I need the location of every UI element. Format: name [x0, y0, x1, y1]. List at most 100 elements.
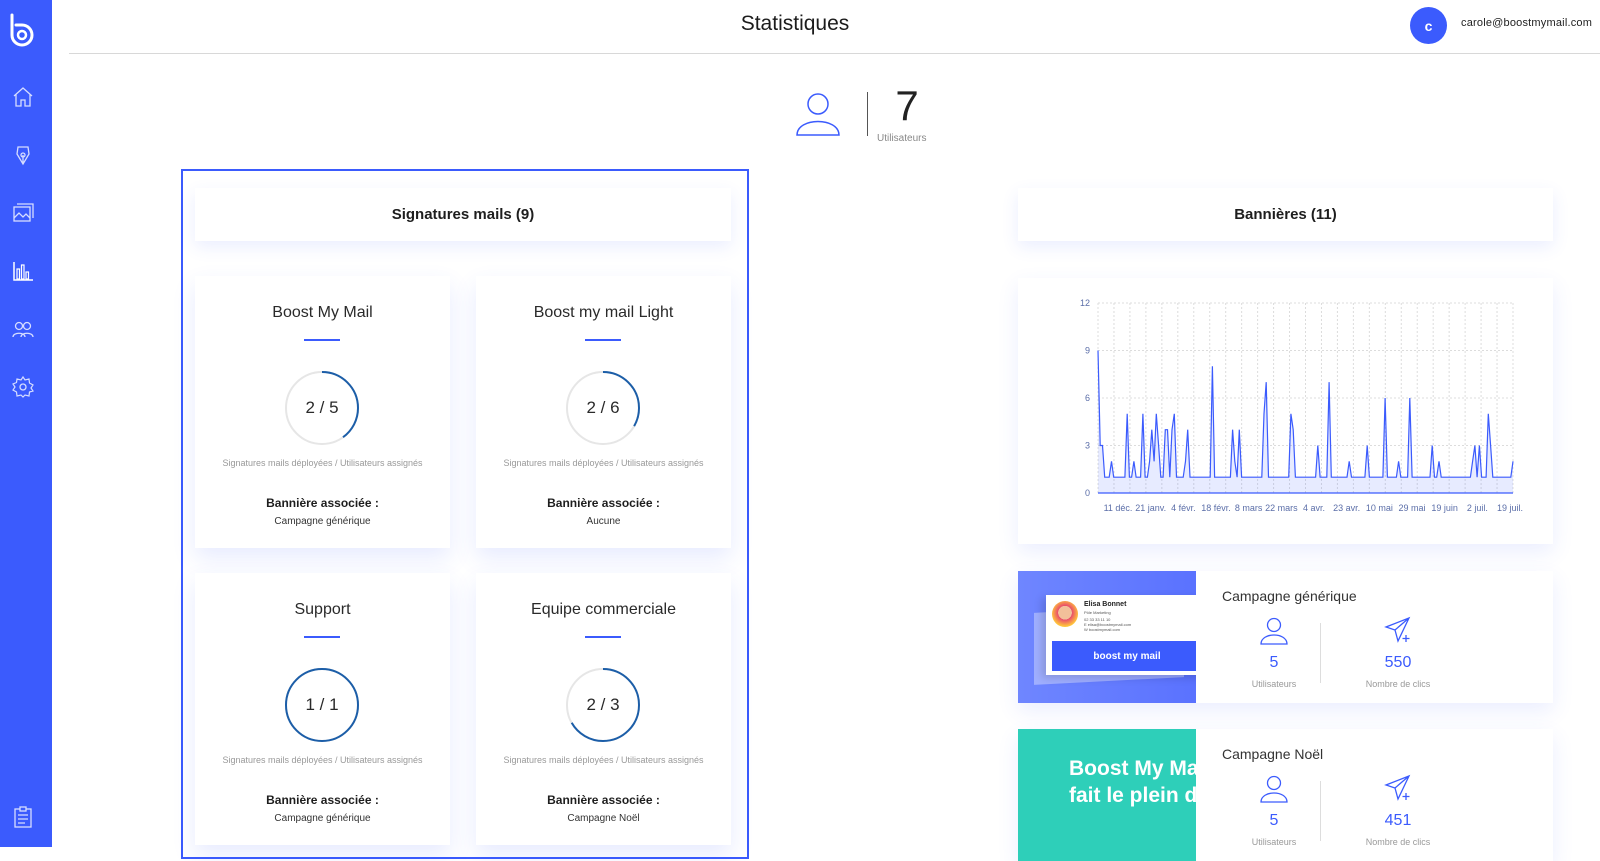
x-tick-label: 22 mars [1265, 503, 1298, 513]
chart-icon [13, 262, 33, 281]
y-tick-label: 6 [1085, 393, 1090, 403]
users-summary: 7 Utilisateurs [795, 82, 965, 148]
home-icon [13, 87, 33, 107]
pen-icon [16, 146, 30, 166]
title-underline [585, 636, 621, 638]
signature-name: Equipe commerciale [531, 601, 676, 618]
campaign-users-stat: 5 Utilisateurs [1224, 615, 1324, 689]
paper-plane-icon [1384, 616, 1411, 643]
y-tick-label: 3 [1085, 441, 1090, 451]
sidebar-item-clipboard[interactable] [10, 804, 36, 830]
campaign-clicks-count: 550 [1384, 654, 1412, 671]
page-title: Statistiques [740, 12, 850, 35]
line-chart: 0 3 6 9 12 11 déc. 21 janv. 4 févr. 18 févr. 8 ma… [1080, 298, 1523, 513]
banner-value: Aucune [586, 516, 621, 527]
paper-plane-icon [1384, 774, 1411, 801]
sidebar-item-statistics[interactable] [10, 258, 36, 284]
campaign-card-generique[interactable]: Elisa Bonnet Pôle Marketing 02 33 33 11 … [1018, 571, 1553, 703]
y-tick-label: 9 [1085, 346, 1090, 356]
x-tick-label: 29 mai [1398, 503, 1425, 513]
users-count: 7 [895, 82, 919, 129]
x-tick-label: 8 mars [1235, 503, 1263, 513]
banner-value: Campagne générique [274, 516, 371, 527]
sidebar-item-settings[interactable] [10, 374, 36, 400]
campaign-users-count: 5 [1269, 812, 1279, 829]
x-tick-label: 19 juin [1431, 503, 1458, 513]
user-icon [796, 93, 840, 136]
thumb-role: Pôle Marketing [1084, 610, 1111, 615]
thumb-site: W boostmymail.com [1084, 627, 1121, 632]
signature-ratio: 2 / 5 [305, 398, 339, 417]
banner-label: Bannière associée : [266, 793, 379, 807]
x-tick-label: 4 févr. [1171, 503, 1196, 513]
campaign-clicks-label: Nombre de clics [1365, 679, 1431, 689]
signature-card-equipe-commerciale[interactable]: Equipe commerciale 2 / 3 Signatures mail… [476, 573, 731, 845]
header: Statistiques c carole@boostmymail.com [69, 0, 1600, 54]
signature-name: Boost my mail Light [533, 304, 674, 321]
campaign-clicks-label: Nombre de clics [1365, 837, 1431, 847]
title-underline [304, 636, 340, 638]
users-icon [12, 321, 34, 338]
avatar[interactable]: c [1410, 7, 1447, 44]
campaign-card-noel[interactable]: Boost My Ma fait le plein d Campagne Noë… [1018, 729, 1553, 861]
campaign-clicks-stat: 550 Nombre de clics [1348, 615, 1448, 689]
campaign-clicks-count: 451 [1384, 812, 1412, 829]
sidebar-item-signatures[interactable] [10, 142, 36, 168]
signature-ratio: 2 / 6 [586, 398, 620, 417]
campaign-thumbnail: Boost My Ma fait le plein d [1018, 729, 1196, 861]
signature-caption: Signatures mails déployées / Utilisateur… [503, 755, 704, 765]
series-line [1097, 350, 1514, 478]
x-tick-label: 2 juil. [1467, 503, 1488, 513]
banner-label: Bannière associée : [547, 496, 660, 510]
signature-card-support[interactable]: Support 1 / 1 Signatures mails déployées… [195, 573, 450, 845]
stat-divider [1320, 623, 1321, 683]
thumb-line2: fait le plein d [1069, 784, 1196, 807]
signature-ratio: 2 / 3 [586, 695, 620, 714]
image-icon [13, 203, 34, 222]
x-tick-label: 21 janv. [1135, 503, 1166, 513]
x-tick-label: 23 avr. [1333, 503, 1360, 513]
x-tick-label: 19 juil. [1497, 503, 1523, 513]
thumb-line1: Boost My Ma [1069, 757, 1196, 780]
campaign-users-count: 5 [1269, 654, 1279, 671]
signature-caption: Signatures mails déployées / Utilisateur… [503, 458, 704, 468]
campaign-users-label: Utilisateurs [1251, 837, 1297, 847]
gear-icon [12, 375, 34, 398]
user-email[interactable]: carole@boostmymail.com [1461, 17, 1592, 29]
banners-header: Bannières (11) [1018, 188, 1553, 241]
signature-card-boost-my-mail-light[interactable]: Boost my mail Light 2 / 6 Signatures mai… [476, 276, 731, 548]
divider [867, 92, 868, 136]
banner-label: Bannière associée : [547, 793, 660, 807]
user-icon [1260, 775, 1288, 803]
sidebar-item-home[interactable] [10, 84, 36, 110]
sidebar [0, 0, 52, 847]
campaign-name: Campagne générique [1222, 588, 1357, 604]
x-tick-label: 4 avr. [1303, 503, 1325, 513]
signature-name: Support [294, 601, 351, 618]
x-tick-label: 11 déc. [1104, 503, 1133, 513]
y-tick-label: 0 [1085, 488, 1090, 498]
signature-ratio: 1 / 1 [305, 695, 339, 714]
stat-divider [1320, 781, 1321, 841]
banner-clicks-chart: 0 3 6 9 12 11 déc. 21 janv. 4 févr. 18 févr. 8 ma… [1018, 278, 1553, 544]
signature-name: Boost My Mail [272, 304, 373, 321]
campaign-name: Campagne Noël [1222, 746, 1324, 762]
banner-value: Campagne Noël [567, 813, 640, 824]
banner-value: Campagne générique [274, 813, 371, 824]
sidebar-item-users[interactable] [10, 316, 36, 342]
x-tick-label: 18 févr. [1201, 503, 1231, 513]
campaign-clicks-stat: 451 Nombre de clics [1348, 773, 1448, 847]
y-tick-label: 12 [1080, 298, 1090, 308]
title-underline [304, 339, 340, 341]
thumb-person: Elisa Bonnet [1084, 601, 1127, 608]
person-photo-icon [1052, 601, 1078, 627]
signature-card-boost-my-mail[interactable]: Boost My Mail 2 / 5 Signatures mails dép… [195, 276, 450, 548]
sidebar-item-banners[interactable] [10, 200, 36, 226]
x-tick-label: 10 mai [1366, 503, 1393, 513]
campaign-thumbnail: Elisa Bonnet Pôle Marketing 02 33 33 11 … [1018, 571, 1196, 703]
title-underline [585, 339, 621, 341]
signatures-header: Signatures mails (9) [195, 188, 731, 241]
clipboard-icon [14, 806, 32, 828]
campaign-users-label: Utilisateurs [1251, 679, 1297, 689]
campaign-users-stat: 5 Utilisateurs [1224, 773, 1324, 847]
